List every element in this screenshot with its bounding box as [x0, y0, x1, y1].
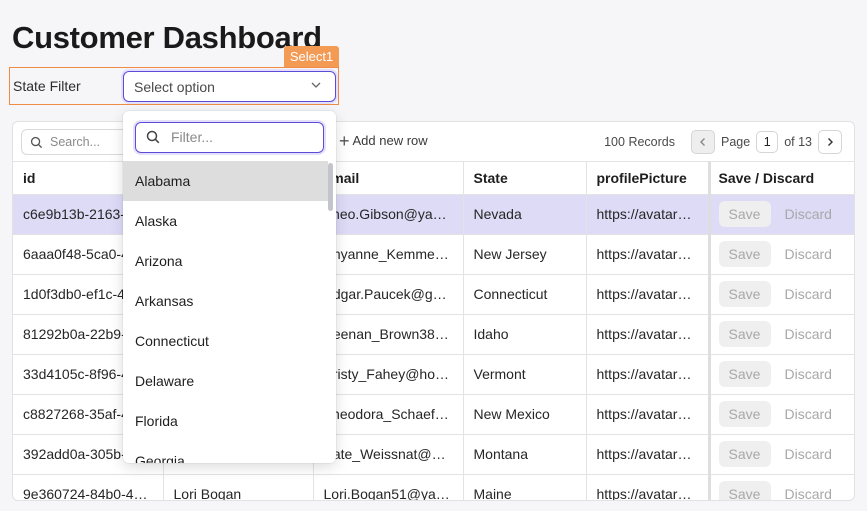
cell-profile-picture[interactable]: https://avatars.githubusercontent.com: [586, 474, 710, 500]
cell-state[interactable]: Connecticut: [463, 274, 587, 315]
cell-actions: Save Discard: [707, 274, 854, 315]
discard-button[interactable]: Discard: [785, 406, 832, 422]
page-total: of 13: [784, 135, 812, 149]
column-header-profile-picture[interactable]: profilePicture: [586, 162, 710, 195]
cell-profile-picture[interactable]: https://avatars.githubusercontent.com: [586, 314, 710, 355]
search-icon: [30, 136, 43, 149]
cell-profile-picture[interactable]: https://avatars.githubusercontent.com: [586, 354, 710, 395]
discard-button[interactable]: Discard: [785, 286, 832, 302]
discard-button[interactable]: Discard: [785, 366, 832, 382]
dropdown-option[interactable]: Delaware: [123, 361, 328, 401]
chevron-right-icon: [828, 138, 833, 146]
column-header-save-discard: Save / Discard: [707, 162, 854, 195]
cell-profile-picture[interactable]: https://avatars.githubusercontent.com: [586, 194, 710, 235]
save-button[interactable]: Save: [718, 361, 771, 387]
save-button[interactable]: Save: [718, 441, 771, 467]
save-button[interactable]: Save: [718, 201, 771, 227]
cell-state[interactable]: New Jersey: [463, 234, 587, 275]
dropdown-option[interactable]: Florida: [123, 401, 328, 441]
search-placeholder: Search...: [50, 135, 101, 149]
add-new-row-button[interactable]: + Add new row: [339, 130, 428, 151]
dropdown-option[interactable]: Georgia: [123, 441, 328, 463]
prev-page-button[interactable]: [690, 130, 715, 154]
state-filter-container: State Filter Select option: [9, 67, 339, 105]
chevron-left-icon: [699, 138, 705, 146]
next-page-button[interactable]: [818, 130, 842, 154]
search-icon: [146, 130, 160, 144]
dropdown-options-list: Alabama Alaska Arizona Arkansas Connecticut D…: [123, 161, 328, 463]
save-button[interactable]: Save: [718, 401, 771, 427]
page-label: Page: [720, 135, 751, 149]
page-title: Customer Dashboard: [12, 20, 322, 55]
cell-profile-picture[interactable]: https://avatars.githubusercontent.com: [586, 234, 710, 275]
dropdown-option[interactable]: Connecticut: [123, 321, 328, 361]
discard-button[interactable]: Discard: [785, 446, 832, 462]
dropdown-filter-input[interactable]: Filter...: [135, 122, 324, 153]
pagination: 100 Records Page 1 of 13: [604, 129, 842, 155]
dropdown-scrollbar[interactable]: [328, 163, 333, 211]
cell-state[interactable]: Montana: [463, 434, 587, 475]
dropdown-option[interactable]: Arkansas: [123, 281, 328, 321]
dropdown-option[interactable]: Alaska: [123, 201, 328, 241]
dropdown-option[interactable]: Alabama: [123, 161, 328, 201]
cell-profile-picture[interactable]: https://avatars.githubusercontent.com: [586, 434, 710, 475]
state-dropdown-menu: Filter... Alabama Alaska Arizona Arkansas Co…: [123, 111, 336, 463]
filter-placeholder: Filter...: [171, 129, 214, 145]
cell-actions: Save Discard: [707, 194, 854, 235]
records-count: 100 Records: [604, 135, 675, 149]
page-number-input[interactable]: 1: [756, 131, 779, 153]
chevron-down-icon: [311, 82, 321, 88]
cell-actions: Save Discard: [707, 474, 854, 500]
save-button[interactable]: Save: [718, 481, 771, 500]
state-filter-select[interactable]: Select option: [123, 71, 336, 102]
select-component-tag: Select1: [284, 46, 339, 67]
save-button[interactable]: Save: [718, 241, 771, 267]
cell-actions: Save Discard: [707, 314, 854, 355]
add-row-label: Add new row: [352, 133, 428, 148]
cell-profile-picture[interactable]: https://avatars.githubusercontent.com: [586, 274, 710, 315]
discard-button[interactable]: Discard: [785, 326, 832, 342]
save-button[interactable]: Save: [718, 281, 771, 307]
cell-state[interactable]: Nevada: [463, 194, 587, 235]
state-filter-label: State Filter: [13, 78, 81, 94]
discard-button[interactable]: Discard: [785, 246, 832, 262]
cell-name[interactable]: Lori Bogan: [163, 474, 314, 500]
discard-button[interactable]: Discard: [785, 206, 832, 222]
cell-state[interactable]: Maine: [463, 474, 587, 500]
cell-actions: Save Discard: [707, 354, 854, 395]
cell-state[interactable]: New Mexico: [463, 394, 587, 435]
cell-profile-picture[interactable]: https://avatars.githubusercontent.com: [586, 394, 710, 435]
plus-icon: +: [339, 130, 350, 151]
column-header-state[interactable]: State: [463, 162, 587, 195]
cell-state[interactable]: Idaho: [463, 314, 587, 355]
discard-button[interactable]: Discard: [785, 486, 832, 500]
cell-actions: Save Discard: [707, 234, 854, 275]
cell-email[interactable]: Lori.Bogan51@ya…: [313, 474, 464, 500]
cell-id[interactable]: 9e360724-84b0-4…: [13, 474, 164, 500]
table-row[interactable]: 9e360724-84b0-4… Lori Bogan Lori.Bogan51@y…: [13, 474, 854, 500]
dropdown-option[interactable]: Arizona: [123, 241, 328, 281]
cell-state[interactable]: Vermont: [463, 354, 587, 395]
select-placeholder: Select option: [134, 79, 215, 95]
save-button[interactable]: Save: [718, 321, 771, 347]
cell-actions: Save Discard: [707, 434, 854, 475]
cell-actions: Save Discard: [707, 394, 854, 435]
